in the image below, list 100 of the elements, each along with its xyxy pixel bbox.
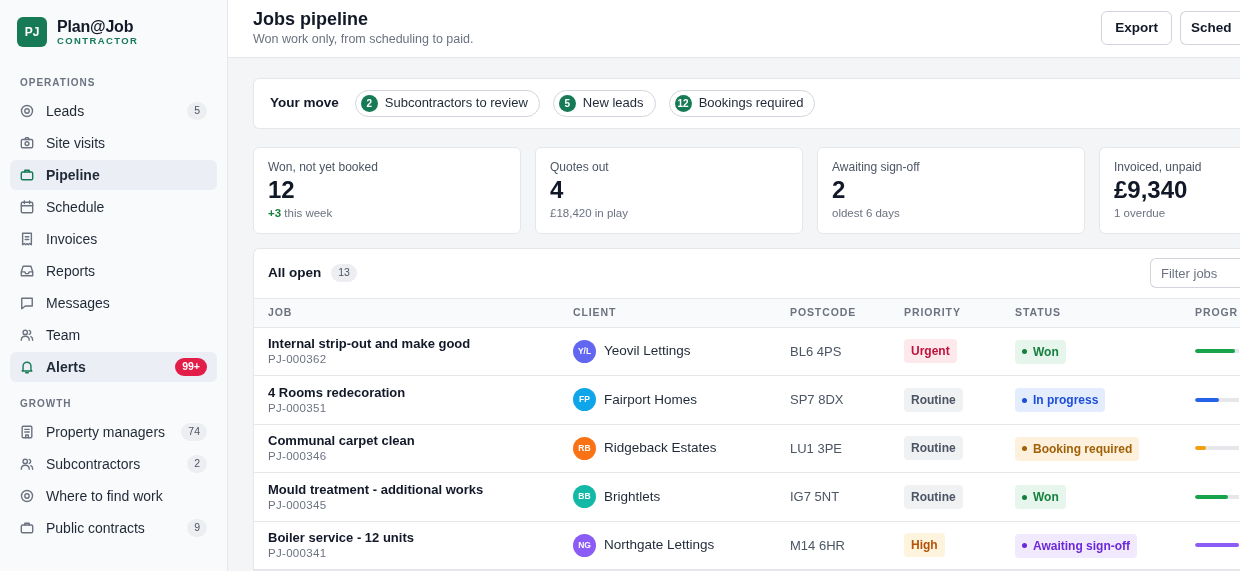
target-icon: [20, 489, 34, 503]
section-heading: GROWTH: [19, 397, 73, 411]
action-chip[interactable]: 5 New leads: [552, 89, 656, 117]
status-tag: Awaiting sign-off: [1015, 533, 1138, 558]
postcode: IG7 5NT: [790, 488, 841, 506]
action-chip[interactable]: 12 Bookings required: [668, 89, 816, 117]
export-button[interactable]: Export: [1101, 11, 1172, 46]
job-name: Mould treatment - additional works: [268, 481, 485, 498]
job-reference: PJ-000362: [268, 352, 328, 367]
camera-icon: [20, 136, 34, 150]
status-tag: In progress: [1015, 388, 1106, 412]
stat-label: Quotes out: [550, 158, 610, 175]
brand-tagline: CONTRACTOR: [57, 34, 139, 47]
client-name: Fairport Homes: [604, 390, 698, 409]
column-header: POSTCODE: [790, 304, 858, 320]
sidebar-item[interactable]: Messages: [10, 288, 217, 318]
sidebar-item[interactable]: Site visits: [10, 128, 217, 158]
client-name: Ridgeback Estates: [604, 439, 717, 458]
sidebar-item[interactable]: Where to find work: [10, 481, 217, 511]
sidebar-item[interactable]: Subcontractors 2: [10, 449, 217, 479]
stat-note: 1 overdue: [1114, 205, 1167, 221]
sidebar-label: Where to find work: [46, 486, 163, 506]
sidebar-label: Schedule: [46, 197, 105, 217]
postcode: BL6 4PS: [790, 342, 843, 361]
stat-note: oldest 6 days: [832, 205, 901, 221]
client-avatar: NG: [573, 533, 596, 557]
priority-tag: Routine: [904, 436, 963, 461]
job-name: Boiler service - 12 units: [268, 530, 415, 547]
stat-note: £18,420 in play: [550, 205, 629, 221]
job-reference: PJ-000345: [268, 497, 328, 512]
client-name: Northgate Lettings: [604, 536, 715, 555]
calendar-icon: [20, 200, 34, 214]
stat-value: 12: [268, 174, 296, 205]
count-badge: 2: [187, 455, 207, 473]
chip-label: New leads: [582, 94, 644, 113]
column-header: PRIORITY: [904, 304, 962, 320]
job-name: 4 Rooms redecoration: [268, 384, 407, 401]
count-badge: 12: [674, 94, 692, 112]
priority-tag: Routine: [904, 484, 963, 509]
client-avatar: FP: [573, 388, 596, 412]
brand-name: Plan@Job: [57, 17, 135, 35]
schedule-button[interactable]: Sched: [1180, 11, 1240, 46]
your-move-label: Your move: [270, 93, 339, 112]
sidebar-label: Leads: [46, 101, 85, 121]
sidebar-item[interactable]: Pipeline: [10, 160, 217, 190]
count-badge: 9: [187, 519, 207, 537]
client-name: Yeovil Lettings: [604, 342, 691, 361]
sidebar-item[interactable]: Schedule: [10, 192, 217, 222]
sidebar-item[interactable]: Invoices: [10, 224, 217, 254]
count-badge: 2: [360, 94, 378, 112]
stat-note: +3 this week: [268, 205, 334, 221]
stat-value: 2: [832, 174, 847, 205]
count-badge: 74: [181, 423, 207, 441]
action-chip[interactable]: 2 Subcontractors to review: [354, 89, 540, 117]
page-title: Jobs pipeline: [253, 7, 370, 30]
sidebar-item[interactable]: Alerts 99+: [10, 352, 217, 382]
table-title: All open: [268, 263, 322, 282]
sidebar-item[interactable]: Public contracts 9: [10, 513, 217, 543]
chat-icon: [20, 296, 34, 310]
count-badge: 5: [558, 94, 576, 112]
bell-icon: [20, 360, 34, 374]
chip-label: Subcontractors to review: [384, 94, 528, 113]
sidebar-label: Alerts: [46, 357, 86, 377]
sidebar-label: Team: [46, 325, 81, 345]
receipt-icon: [20, 232, 34, 246]
section-heading: OPERATIONS: [19, 76, 97, 90]
sidebar-label: Pipeline: [46, 165, 100, 185]
briefcase-icon: [20, 168, 34, 182]
sidebar-item[interactable]: Reports: [10, 256, 217, 286]
stat-label: Invoiced, unpaid: [1114, 158, 1203, 175]
sidebar-item[interactable]: Team: [10, 320, 217, 350]
client-avatar: Y/L: [573, 339, 596, 363]
sidebar-label: Public contracts: [46, 518, 145, 538]
stat-value: 4: [550, 174, 565, 205]
column-header: JOB: [268, 304, 294, 320]
client-avatar: RB: [573, 436, 596, 460]
priority-tag: Routine: [904, 387, 963, 412]
job-reference: PJ-000341: [268, 546, 328, 561]
sidebar-label: Messages: [46, 293, 110, 313]
priority-tag: High: [904, 533, 945, 558]
status-tag: Booking required: [1015, 436, 1140, 461]
sidebar-label: Site visits: [46, 133, 106, 153]
sidebar-item[interactable]: Property managers 74: [10, 417, 217, 447]
column-header: CLIENT: [573, 304, 618, 320]
target-icon: [20, 104, 34, 118]
job-reference: PJ-000346: [268, 449, 328, 464]
sidebar-label: Reports: [46, 261, 96, 281]
priority-tag: Urgent: [904, 339, 957, 364]
job-reference: PJ-000351: [268, 400, 328, 415]
logo: PJ: [17, 17, 47, 47]
sidebar-label: Subcontractors: [46, 454, 141, 474]
sidebar-item[interactable]: Leads 5: [10, 96, 217, 126]
status-tag: Won: [1015, 339, 1066, 364]
filter-field[interactable]: Filter jobs: [1150, 258, 1240, 288]
briefcase-icon: [20, 521, 34, 535]
page-subtitle: Won work only, from scheduling to paid.: [253, 30, 474, 48]
postcode: LU1 3PE: [790, 439, 844, 458]
sidebar-label: Property managers: [46, 422, 166, 442]
postcode: SP7 8DX: [790, 391, 845, 409]
stat-label: Won, not yet booked: [268, 158, 379, 175]
